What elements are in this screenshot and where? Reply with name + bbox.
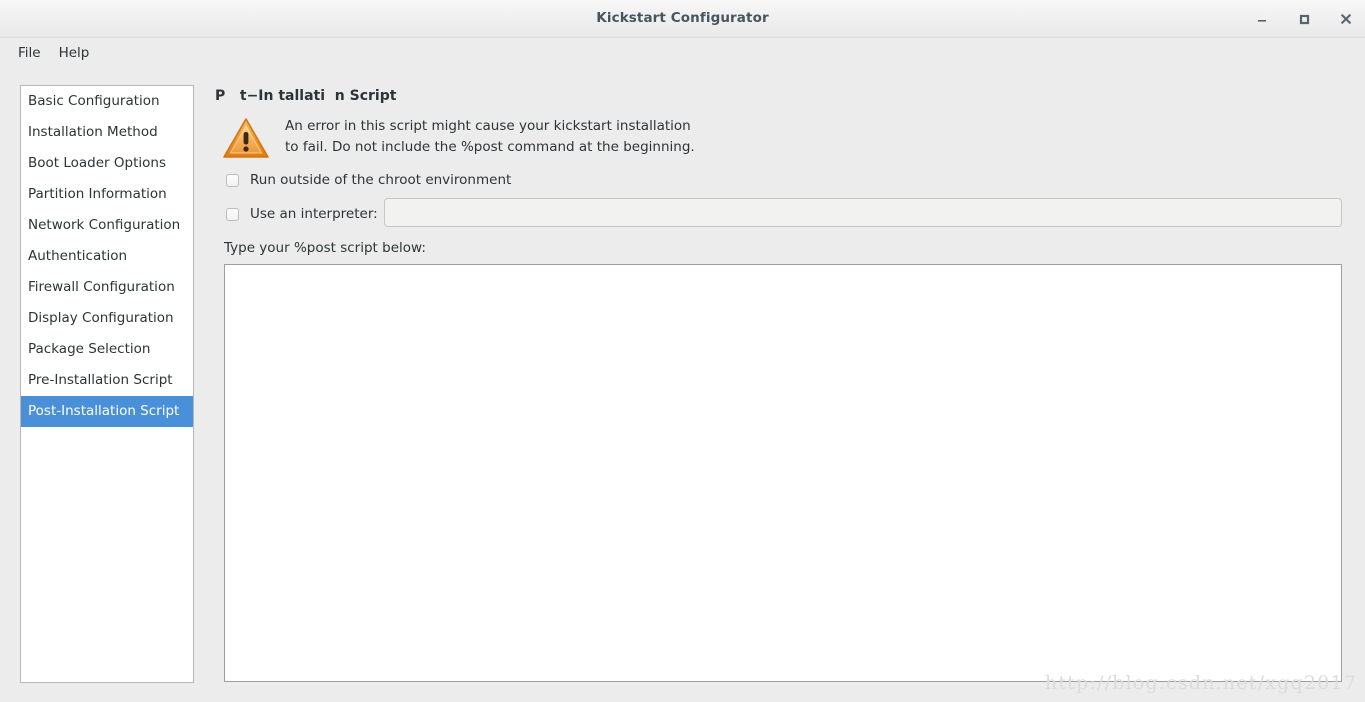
warning-message: An error in this script might cause your… [285, 118, 695, 155]
page-title: P t−In tallati n Script [215, 88, 397, 104]
sidebar-item-post-installation-script[interactable]: Post-Installation Script [21, 396, 193, 427]
window-title: Kickstart Configurator [596, 10, 769, 26]
sidebar-item-firewall-configuration[interactable]: Firewall Configuration [21, 272, 193, 303]
interpreter-checkbox[interactable] [226, 207, 239, 221]
script-label: Type your %post script below: [224, 240, 426, 256]
post-script-textarea[interactable] [224, 264, 1342, 682]
interpreter-checkbox-row[interactable]: Use an interpreter: [226, 206, 378, 222]
warning-triangle-icon [222, 114, 270, 162]
interpreter-input[interactable] [384, 198, 1342, 227]
maximize-icon[interactable] [1295, 10, 1313, 28]
menu-item-file[interactable]: File [9, 42, 50, 64]
chroot-checkbox[interactable] [226, 173, 239, 187]
sidebar-item-display-configuration[interactable]: Display Configuration [21, 303, 193, 334]
sidebar-item-package-selection[interactable]: Package Selection [21, 334, 193, 365]
sidebar-nav: Basic Configuration Installation Method … [20, 85, 194, 683]
sidebar-item-installation-method[interactable]: Installation Method [21, 117, 193, 148]
sidebar-item-authentication[interactable]: Authentication [21, 241, 193, 272]
warning-block: An error in this script might cause your… [222, 112, 695, 162]
sidebar-item-basic-configuration[interactable]: Basic Configuration [21, 86, 193, 117]
chroot-checkbox-label: Run outside of the chroot environment [250, 172, 512, 188]
window-controls [1253, 0, 1355, 38]
chroot-checkbox-row[interactable]: Run outside of the chroot environment [226, 172, 511, 188]
menu-bar: File Help [0, 38, 1365, 68]
sidebar-item-boot-loader-options[interactable]: Boot Loader Options [21, 148, 193, 179]
interpreter-checkbox-label: Use an interpreter: [250, 206, 378, 222]
minimize-icon[interactable] [1253, 10, 1271, 28]
sidebar-item-network-configuration[interactable]: Network Configuration [21, 210, 193, 241]
content-area: Basic Configuration Installation Method … [0, 68, 1365, 702]
close-icon[interactable] [1337, 10, 1355, 28]
main-panel: P t−In tallati n Script An error in this… [214, 68, 1344, 702]
title-bar: Kickstart Configurator [0, 0, 1365, 38]
menu-item-help[interactable]: Help [50, 42, 99, 64]
sidebar-item-pre-installation-script[interactable]: Pre-Installation Script [21, 365, 193, 396]
sidebar-item-partition-information[interactable]: Partition Information [21, 179, 193, 210]
